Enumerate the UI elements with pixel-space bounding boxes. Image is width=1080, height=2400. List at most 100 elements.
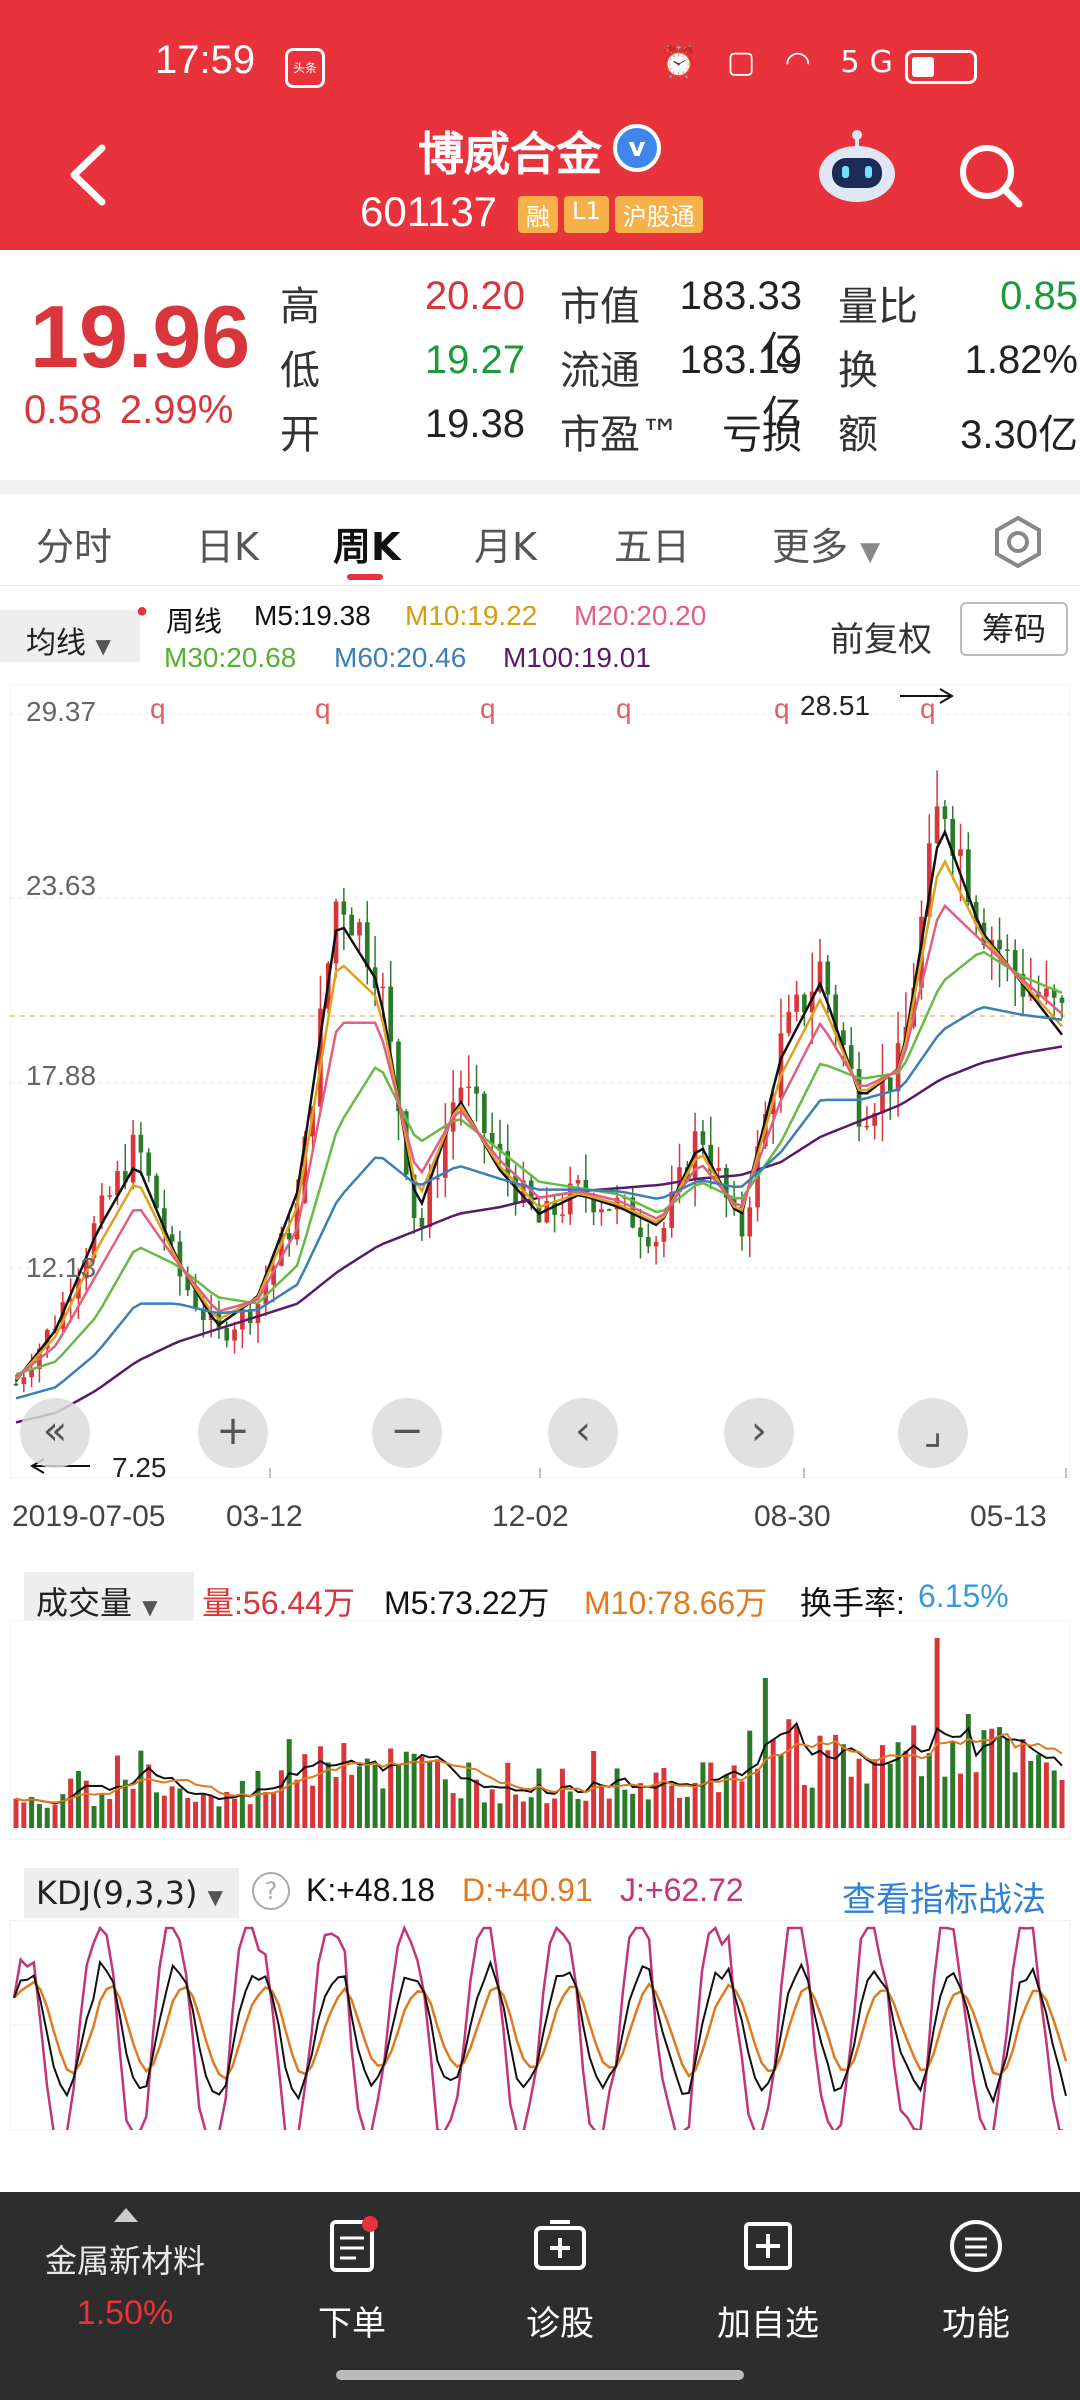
candle-body [575, 1179, 581, 1184]
price-change: 0.58 2.99% [24, 388, 233, 433]
tag-margin: 融 [518, 196, 558, 233]
tab-monthly-k[interactable]: 月K [474, 516, 537, 571]
volume-bar [559, 1768, 565, 1828]
help-icon[interactable]: ? [252, 1872, 290, 1910]
tab-daily-k[interactable]: 日K [196, 516, 259, 571]
volume-bar [575, 1798, 581, 1828]
candle-body [224, 1327, 230, 1341]
label-vol-ratio: 量比 [838, 284, 918, 330]
volume-bar [435, 1759, 441, 1828]
kdj-select-label: KDJ(9,3,3) [36, 1874, 198, 1912]
status-icons: ⏰ ▢ ◠ 5G [660, 45, 903, 80]
ma-period: 周线 [166, 606, 223, 637]
ma-select[interactable]: 均线 ▼ [0, 610, 140, 662]
candle-body [1044, 988, 1049, 997]
volume-bar [872, 1759, 878, 1828]
tab-five-day[interactable]: 五日 [614, 516, 690, 571]
event-marker: q [774, 693, 790, 724]
label-float: 流通 [560, 348, 640, 394]
candle-body [786, 1011, 792, 1034]
kline-chart[interactable]: qqqqqq [10, 684, 1070, 1478]
current-price: 19.96 [30, 287, 251, 386]
search-icon[interactable] [955, 140, 1025, 210]
volume-bar [528, 1797, 534, 1828]
volume-bar [630, 1793, 636, 1828]
volume-bar [731, 1765, 737, 1828]
volume-select[interactable]: 成交量 ▼ [24, 1572, 194, 1622]
volume-bar [817, 1735, 823, 1828]
volume-bar [583, 1800, 589, 1828]
settings-icon[interactable] [990, 514, 1046, 570]
candle-body [232, 1329, 237, 1341]
nav-diagnose[interactable]: 诊股 [460, 2192, 660, 2400]
ma-m60: M60:20.46 [334, 642, 467, 673]
kdj-chart[interactable] [10, 1920, 1070, 2130]
volume-value: 量:56.44万 [202, 1585, 355, 1621]
volume-bar [341, 1743, 347, 1828]
volume-bar [380, 1788, 386, 1828]
tab-weekly-k[interactable]: 周K [333, 516, 400, 580]
adjust-mode[interactable]: 前复权 [830, 612, 932, 661]
tag-level: L1 [564, 196, 609, 233]
candle-body [341, 901, 347, 915]
x-tick-label: 05-13 [970, 1500, 1047, 1533]
chevron-up-icon [114, 2208, 138, 2222]
volume-bar [825, 1750, 831, 1828]
scroll-left-icon[interactable]: ‹ [548, 1398, 618, 1468]
back-icon[interactable] [60, 140, 120, 210]
candle-body [887, 1077, 893, 1092]
scroll-right-icon[interactable]: › [724, 1398, 794, 1468]
zoom-out-icon[interactable]: − [372, 1398, 442, 1468]
ma-legend: 均线 ▼ ● 周线 M5:19.38 M10:19.22 M20:20.20 M… [0, 590, 1080, 680]
volume-bar [481, 1802, 487, 1828]
tab-more[interactable]: 更多 ▼ [772, 516, 880, 571]
volume-bar [44, 1807, 50, 1828]
back-to-start-icon[interactable]: « [20, 1398, 90, 1468]
nav-functions[interactable]: 功能 [876, 2192, 1076, 2400]
candle-body [466, 1086, 472, 1088]
candle-body [388, 986, 394, 1042]
tab-intraday[interactable]: 分时 [36, 516, 112, 571]
chart-frame [10, 684, 1070, 1478]
indicator-strategy-link[interactable]: 查看指标战法 [842, 1872, 1046, 1921]
kdj-k: K:+48.18 [306, 1872, 435, 1908]
volume-bar [950, 1741, 956, 1828]
volume-bar [567, 1791, 573, 1828]
volume-chart[interactable] [10, 1620, 1070, 1840]
volume-bar [466, 1762, 472, 1828]
candle-body [716, 1167, 721, 1171]
volume-bar [637, 1783, 643, 1828]
volume-bar [903, 1750, 909, 1828]
sector-name: 金属新材料 [44, 2242, 205, 2280]
volume-bar [239, 1780, 245, 1828]
volume-bar [489, 1789, 495, 1828]
volume-bar [395, 1763, 401, 1828]
volume-bar [13, 1798, 19, 1828]
nav-add-watchlist[interactable]: 加自选 [668, 2192, 868, 2400]
fullscreen-icon[interactable]: ⌟ [898, 1398, 968, 1468]
kdj-select[interactable]: KDJ(9,3,3) ▼ [24, 1868, 239, 1918]
volume-bar [544, 1803, 550, 1828]
volume-bar [36, 1804, 42, 1828]
volume-bar [513, 1794, 519, 1828]
section-divider [0, 480, 1080, 494]
status-time: 17:59 [155, 38, 256, 82]
volume-bar [52, 1804, 58, 1828]
nav-order-label: 下单 [318, 2304, 386, 2344]
sector-change: 1.50% [76, 2294, 174, 2332]
dot-icon: ● [136, 600, 149, 622]
volume-bar [918, 1776, 924, 1828]
volume-bar [606, 1798, 612, 1828]
volume-bar [973, 1772, 979, 1828]
volume-bar [770, 1739, 776, 1828]
candle-body [474, 1086, 479, 1094]
zoom-in-icon[interactable]: + [198, 1398, 268, 1468]
chevron-down-icon: ▼ [95, 634, 111, 658]
chips-button[interactable]: 筹码 [960, 602, 1068, 656]
tag-connect: 沪股通 [614, 196, 703, 233]
volume-bar [911, 1725, 917, 1828]
volume-bar [388, 1748, 394, 1828]
ma-m30: M30:20.68 [164, 642, 297, 673]
robot-assistant-icon[interactable] [812, 128, 902, 208]
nav-order[interactable]: 下单 [252, 2192, 452, 2400]
